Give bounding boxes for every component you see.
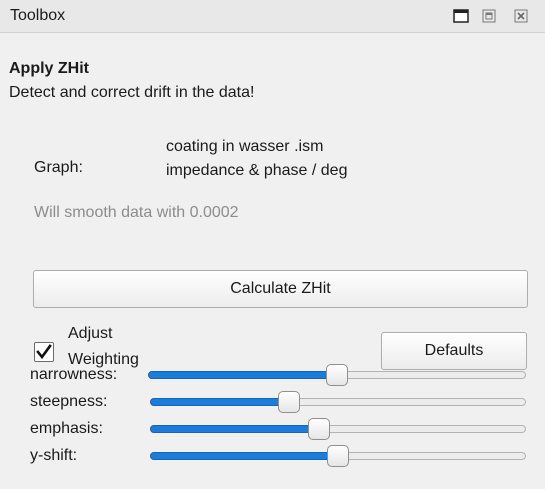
slider-fill [150,425,320,433]
slider-label-emphasis: emphasis: [30,420,103,437]
graph-label: Graph: [34,159,83,176]
float-icon[interactable] [481,8,497,24]
slider-thumb[interactable] [308,418,331,440]
graph-axes: impedance & phase / deg [166,162,348,179]
slider-label-y-shift: y-shift: [30,447,78,464]
calculate-zhit-button[interactable]: Calculate ZHit [33,270,528,308]
slider-thumb[interactable] [327,445,349,467]
titlebar: Toolbox [0,0,545,33]
slider-fill [150,452,338,460]
slider-thumb[interactable] [326,364,348,386]
smooth-info: Will smooth data with 0.0002 [34,204,239,221]
narrowness-slider[interactable] [148,364,526,386]
y-shift-slider[interactable] [150,445,526,467]
toolbox-panel: Toolbox Apply ZHit Detect and correct dr… [0,0,545,489]
slider-label-narrowness: narrowness: [30,366,118,383]
emphasis-slider[interactable] [150,418,526,440]
window-title: Toolbox [10,7,66,24]
slider-thumb[interactable] [278,391,301,413]
steepness-slider[interactable] [150,391,526,413]
slider-fill [148,371,337,379]
slider-fill [150,398,290,406]
toolbox-content: Apply ZHit Detect and correct drift in t… [0,34,545,489]
tool-heading: Apply ZHit [9,60,89,77]
graph-name: coating in wasser .ism [166,138,324,155]
adjust-weighting-label-1: Adjust [68,325,113,342]
tool-description: Detect and correct drift in the data! [9,84,255,101]
maximize-icon[interactable] [453,8,469,24]
checkmark-icon [36,344,52,360]
slider-label-steepness: steepness: [30,393,108,410]
close-icon[interactable] [513,8,529,24]
adjust-weighting-checkbox[interactable] [34,342,54,362]
